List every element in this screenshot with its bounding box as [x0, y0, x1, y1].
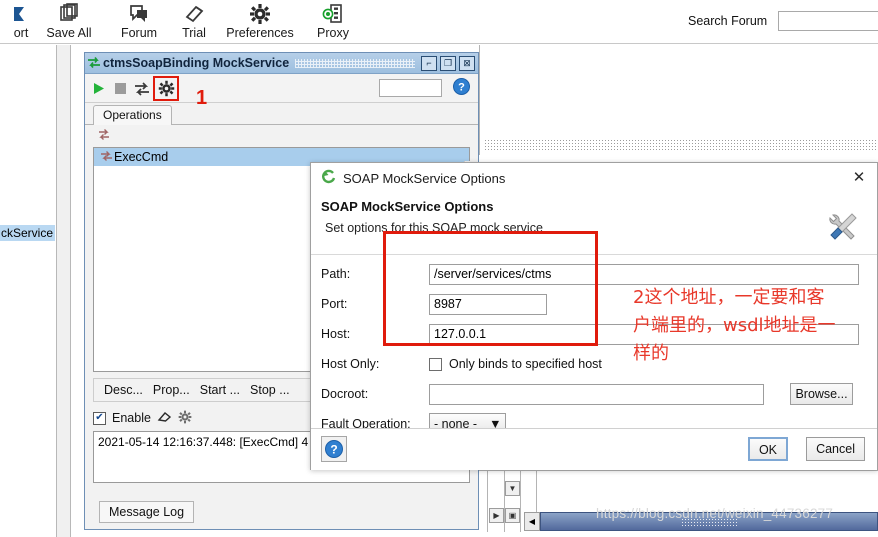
background-pane-top [479, 45, 878, 148]
host-only-checkbox-label: Only binds to specified host [449, 357, 602, 371]
host-only-label: Host Only: [321, 357, 380, 371]
field-row-docroot: Docroot: Browse... [321, 383, 867, 405]
export-icon [10, 2, 32, 26]
toolbar-button-trial[interactable]: Trial [168, 0, 220, 44]
refresh-icon[interactable] [97, 128, 111, 145]
scroll-down-button[interactable]: ▼ [505, 481, 520, 496]
port-input[interactable]: 8987 [429, 293, 547, 315]
eraser-icon[interactable] [157, 410, 172, 426]
gear-highlight-box [153, 76, 179, 101]
help-icon[interactable]: ? [453, 78, 470, 98]
tree-node-mockservice[interactable]: ckService [0, 225, 55, 241]
prop-button[interactable]: Prop... [153, 383, 190, 397]
annotation-step-1: 1 [196, 87, 208, 109]
forum-icon [128, 2, 150, 26]
main-toolbar: ort Save All Forum Trial Preferences Pro… [0, 0, 878, 44]
dialog-footer: ? OK Cancel [311, 428, 877, 470]
navigator-panel: ckService [0, 45, 57, 537]
path-label: Path: [321, 267, 351, 281]
cancel-button[interactable]: Cancel [806, 437, 865, 461]
swap-arrows-icon[interactable] [132, 79, 151, 98]
titlebar-grip-icon [295, 58, 415, 68]
scroll-corner-button[interactable]: ▣ [505, 508, 520, 523]
svg-text:?: ? [330, 443, 337, 457]
tools-icon [823, 207, 863, 250]
toolbar-button-forum[interactable]: Forum [108, 0, 170, 44]
soapui-icon [321, 169, 343, 188]
stop-button[interactable]: Stop ... [250, 383, 290, 397]
hscroll-left-arrow[interactable]: ◀ [524, 512, 540, 531]
port-label: Port: [321, 297, 348, 311]
start-button[interactable]: Start ... [200, 383, 240, 397]
divider-vertical-1 [479, 45, 480, 155]
proxy-icon [322, 2, 344, 26]
dialog-titlebar: SOAP MockService Options ✕ [311, 163, 877, 193]
divider-vertical-4 [520, 470, 521, 532]
save-all-icon [58, 2, 80, 26]
toolbar-label-export: ort [13, 26, 29, 40]
navigator-splitter[interactable] [57, 45, 71, 537]
host-label: Host: [321, 327, 351, 341]
scroll-right-button[interactable]: ▶ [489, 508, 504, 523]
window-close-button[interactable]: ⊠ [459, 55, 475, 71]
stop-icon[interactable] [111, 79, 130, 98]
mock-service-title: ctmsSoapBinding MockService [103, 56, 290, 70]
toolbar-button-proxy[interactable]: Proxy [302, 0, 364, 44]
enable-checkbox[interactable]: ✔ [93, 411, 106, 425]
search-forum-input[interactable] [778, 11, 878, 31]
toolbar-button-preferences[interactable]: Preferences [216, 0, 304, 44]
window-minimize-button[interactable]: ⌐ [421, 55, 437, 71]
checkbox-box-icon [429, 357, 442, 371]
trial-icon [183, 2, 205, 26]
play-icon[interactable] [89, 79, 108, 98]
toolbar-label-preferences: Preferences [226, 26, 294, 40]
mock-service-icon [85, 56, 103, 71]
mock-service-titlebar[interactable]: ctmsSoapBinding MockService ⌐ ❐ ⊠ [85, 53, 478, 74]
host-only-checkbox[interactable]: Only binds to specified host [429, 357, 602, 371]
enable-label: Enable [112, 411, 151, 425]
search-forum-label: Search Forum [688, 14, 768, 28]
mock-service-toolbar: ? [85, 74, 478, 103]
dialog-heading: SOAP MockService Options [321, 199, 494, 214]
log-settings-gear-icon[interactable] [178, 410, 192, 427]
desc-button[interactable]: Desc... [104, 383, 143, 397]
dialog-help-button[interactable]: ? [321, 436, 347, 465]
dialog-header: SOAP MockService Options Set options for… [311, 193, 877, 255]
window-maximize-button[interactable]: ❐ [440, 55, 456, 71]
dialog-title: SOAP MockService Options [343, 170, 506, 186]
operation-icon [98, 150, 114, 165]
svg-text:?: ? [458, 82, 465, 94]
docroot-label: Docroot: [321, 387, 369, 401]
divider-vertical-5 [536, 470, 537, 512]
mock-service-text-field[interactable] [379, 79, 442, 97]
divider-vertical-2 [487, 470, 488, 532]
toolbar-label-proxy: Proxy [317, 26, 349, 40]
browse-button[interactable]: Browse... [790, 383, 853, 405]
toolbar-label-trial: Trial [182, 26, 206, 40]
field-row-path: Path: /server/services/ctms [321, 263, 867, 285]
mock-service-tabstrip: Operations [85, 103, 478, 125]
tab-message-log[interactable]: Message Log [99, 501, 195, 523]
toolbar-button-save-all[interactable]: Save All [38, 0, 100, 44]
dialog-subheading: Set options for this SOAP mock service [325, 221, 543, 235]
operation-name: ExecCmd [114, 150, 169, 164]
preferences-gear-icon [249, 2, 271, 26]
background-dotted-strip [484, 139, 878, 151]
ok-button[interactable]: OK [747, 437, 788, 461]
close-icon[interactable]: ✕ [851, 170, 867, 186]
divider-horizontal-1 [479, 470, 878, 471]
tab-operations[interactable]: Operations [93, 105, 172, 125]
annotation-note-text: 2这个地址，一定要和客 户端里的，wsdl地址是一 样的 [633, 287, 836, 364]
toolbar-label-forum: Forum [120, 26, 158, 40]
watermark-text: https://blog.csdn.net/weixin_44736277 [596, 506, 834, 521]
docroot-input[interactable] [429, 383, 764, 405]
operations-refresh-row [85, 125, 478, 147]
path-input[interactable]: /server/services/ctms [429, 263, 859, 285]
app-root: ort Save All Forum Trial Preferences Pro… [0, 0, 878, 537]
toolbar-label-save-all: Save All [46, 26, 92, 40]
